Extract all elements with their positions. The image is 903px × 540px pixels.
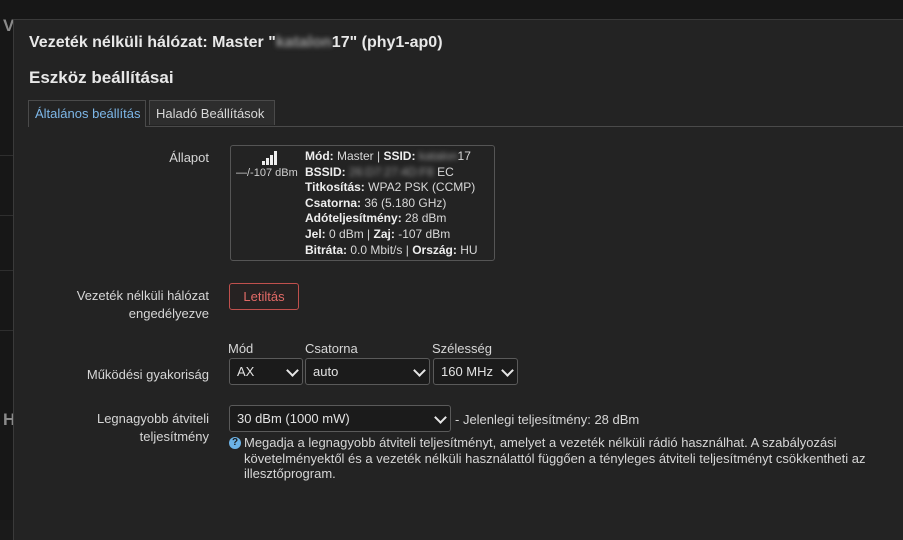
status-details: Mód: Master | SSID: katalon17 BSSID: 26:… bbox=[305, 149, 478, 257]
channel-column-label: Csatorna bbox=[305, 341, 358, 356]
background-divider bbox=[0, 215, 14, 216]
tab-bar: Általános beállítás Haladó Beállítások bbox=[28, 100, 903, 127]
mode-column-label: Mód bbox=[228, 341, 254, 356]
width-select[interactable]: 160 MHz bbox=[433, 358, 518, 385]
tab-advanced-settings[interactable]: Haladó Beállítások bbox=[149, 100, 275, 125]
mode-select[interactable]: AX bbox=[229, 358, 303, 385]
txpower-select-value: 30 dBm (1000 mW) bbox=[237, 411, 350, 426]
txpower-help-text: Megadja a legnagyobb átviteli teljesítmé… bbox=[244, 435, 866, 482]
width-select-value: 160 MHz bbox=[441, 364, 494, 379]
wireless-enabled-label: Vezeték nélküli hálózat engedélyezve bbox=[19, 287, 209, 323]
modal-title-suffix: 17" (phy1-ap0) bbox=[331, 34, 443, 51]
masked-ssid: katalon bbox=[418, 149, 458, 163]
wireless-enabled-label-line2: engedélyezve bbox=[128, 306, 209, 321]
disable-button[interactable]: Letiltás bbox=[229, 283, 299, 310]
wireless-enabled-label-line1: Vezeték nélküli hálózat bbox=[76, 288, 209, 303]
status-panel: —/-107 dBm Mód: Master | SSID: katalon17… bbox=[230, 145, 495, 261]
channel-select-value: auto bbox=[313, 364, 339, 379]
operating-frequency-label: Működési gyakoriság bbox=[86, 367, 209, 382]
signal-dbm-text: —/-107 dBm bbox=[236, 167, 298, 179]
chevron-down-icon bbox=[501, 364, 514, 377]
tab-general-settings[interactable]: Általános beállítás bbox=[28, 100, 146, 127]
signal-strength-icon bbox=[262, 151, 282, 165]
current-txpower-note: - Jelenlegi teljesítmény: 28 dBm bbox=[455, 412, 640, 427]
channel-select[interactable]: auto bbox=[305, 358, 430, 385]
chevron-down-icon bbox=[413, 364, 426, 377]
section-title: Eszköz beállításai bbox=[29, 68, 174, 87]
width-column-label: Szélesség bbox=[432, 341, 492, 356]
max-txpower-label-line2: teljesítmény bbox=[139, 429, 209, 444]
background-divider bbox=[0, 155, 14, 156]
status-label: Állapot bbox=[169, 150, 209, 165]
txpower-select[interactable]: 30 dBm (1000 mW) bbox=[229, 405, 451, 432]
max-txpower-label-line1: Legnagyobb átviteli bbox=[96, 411, 209, 426]
modal-title-prefix: Vezeték nélküli hálózat: Master " bbox=[29, 34, 276, 51]
masked-bssid: 26:D7:27:4D:F8 bbox=[349, 164, 434, 179]
background-divider bbox=[0, 270, 14, 271]
modal-title: Vezeték nélküli hálózat: Master "katalon… bbox=[29, 34, 443, 52]
masked-ssid: katalon bbox=[275, 34, 332, 51]
max-txpower-label: Legnagyobb átviteli teljesítmény bbox=[19, 410, 209, 446]
question-circle-icon: ? bbox=[229, 437, 241, 449]
chevron-down-icon bbox=[286, 364, 299, 377]
chevron-down-icon bbox=[434, 411, 447, 424]
wireless-config-modal: Vezeték nélküli hálózat: Master "katalon… bbox=[13, 19, 903, 540]
mode-select-value: AX bbox=[237, 364, 255, 379]
background-divider bbox=[0, 330, 14, 331]
